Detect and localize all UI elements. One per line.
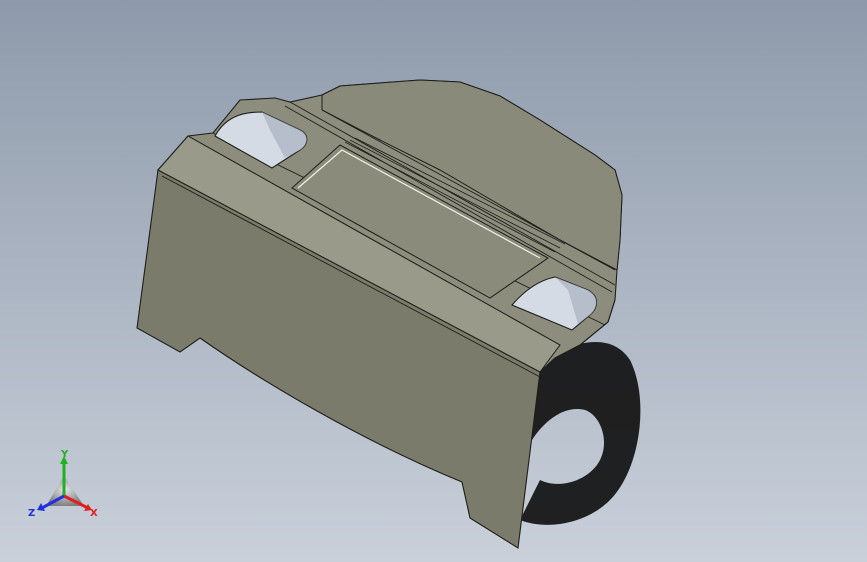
y-axis-label: Y (60, 449, 69, 460)
z-axis-label: Z (28, 508, 35, 519)
orientation-triad[interactable]: Y X Z (26, 448, 106, 522)
graphics-viewport[interactable]: Y X Z (0, 0, 867, 562)
x-axis-label: X (90, 508, 98, 519)
part-model[interactable] (0, 0, 867, 562)
